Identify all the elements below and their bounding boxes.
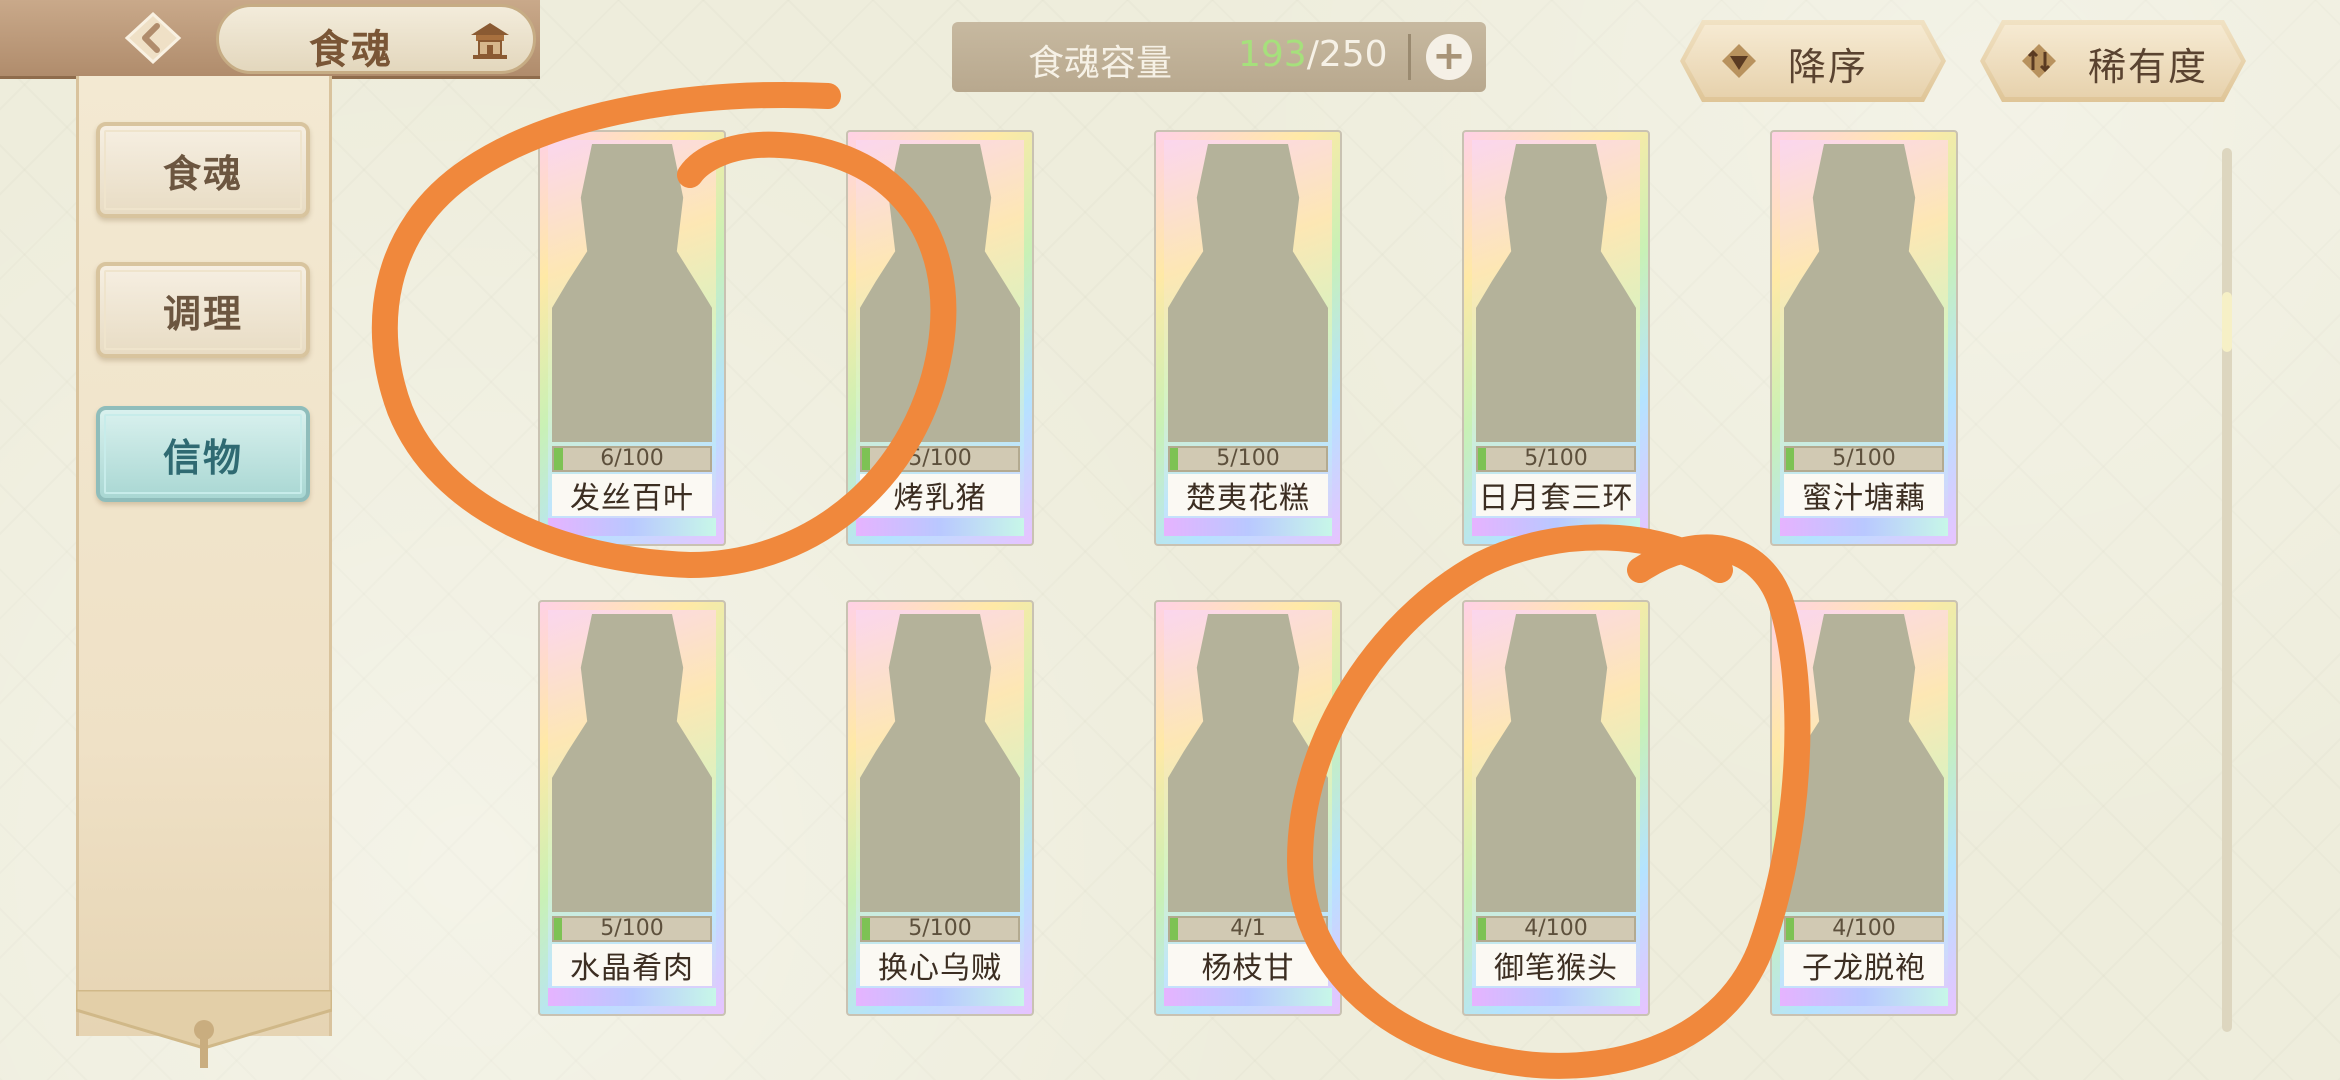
card-yangzhi-gan[interactable]: 4/1 杨枝甘 [1154, 600, 1342, 1016]
side-scroll-panel [76, 76, 332, 1036]
card-bottom-strip [1164, 518, 1332, 536]
progress-bar: 5/100 [860, 446, 1020, 472]
card-huanxin-wuzei[interactable]: 5/100 换心乌贼 [846, 600, 1034, 1016]
capacity-value: 193/250 [1238, 34, 1388, 75]
card-bottom-strip [856, 988, 1024, 1006]
progress-bar: 5/100 [1476, 446, 1636, 472]
card-shuijing-yaorou[interactable]: 5/100 水晶肴肉 [538, 600, 726, 1016]
scroll-tassel-ornament [76, 990, 332, 1068]
card-bottom-strip [1472, 988, 1640, 1006]
progress-text: 5/100 [1216, 446, 1280, 471]
sidebar-item-label: 食魂 [162, 151, 243, 196]
sort-rarity-button[interactable]: 稀有度 [1980, 20, 2246, 102]
card-fasi-baiye[interactable]: 6/100 发丝百叶 [538, 130, 726, 546]
capacity-divider [1408, 34, 1411, 80]
card-riyue-taosanhuan[interactable]: 5/100 日月套三环 [1462, 130, 1650, 546]
card-name: 杨枝甘 [1168, 944, 1328, 986]
add-capacity-button[interactable]: + [1426, 34, 1472, 80]
card-chuyi-huagao[interactable]: 5/100 楚夷花糕 [1154, 130, 1342, 546]
progress-bar: 5/100 [1784, 446, 1944, 472]
card-name: 楚夷花糕 [1168, 474, 1328, 516]
pavilion-icon[interactable] [467, 19, 513, 63]
card-name: 子龙脱袍 [1784, 944, 1944, 986]
progress-bar: 4/100 [1476, 916, 1636, 942]
back-button[interactable] [118, 8, 188, 68]
scrollbar-thumb[interactable] [2222, 292, 2232, 352]
descending-triangle-icon [1720, 42, 1758, 80]
sidebar-item-label: 信物 [162, 435, 243, 480]
progress-text: 5/100 [908, 916, 972, 941]
sort-order-button[interactable]: 降序 [1680, 20, 1946, 102]
progress-text: 5/100 [908, 446, 972, 471]
vertical-scrollbar[interactable] [2222, 148, 2232, 1032]
card-bottom-strip [548, 988, 716, 1006]
capacity-bar: 食魂容量 193/250 + [952, 22, 1486, 92]
sidebar-item-food-soul[interactable]: 食魂 [96, 122, 310, 218]
card-name: 日月套三环 [1476, 474, 1636, 516]
card-name: 换心乌贼 [860, 944, 1020, 986]
card-name: 烤乳猪 [860, 474, 1020, 516]
progress-text: 4/1 [1230, 916, 1266, 941]
progress-text: 4/100 [1524, 916, 1588, 941]
sidebar-item-token[interactable]: 信物 [96, 406, 310, 502]
card-kao-ruzhu[interactable]: 5/100 烤乳猪 [846, 130, 1034, 546]
sort-order-label: 降序 [1788, 45, 1869, 89]
card-name: 发丝百叶 [552, 474, 712, 516]
progress-bar: 5/100 [1168, 446, 1328, 472]
card-name: 蜜汁塘藕 [1784, 474, 1944, 516]
card-yubi-houtou[interactable]: 4/100 御笔猴头 [1462, 600, 1650, 1016]
progress-bar: 4/100 [1784, 916, 1944, 942]
progress-bar: 5/100 [552, 916, 712, 942]
sidebar-item-care[interactable]: 调理 [96, 262, 310, 358]
progress-text: 6/100 [600, 446, 664, 471]
capacity-max: /250 [1306, 34, 1388, 75]
card-bottom-strip [1780, 518, 1948, 536]
progress-text: 5/100 [1524, 446, 1588, 471]
sort-rarity-label: 稀有度 [2088, 45, 2209, 89]
progress-bar: 4/1 [1168, 916, 1328, 942]
card-bottom-strip [1164, 988, 1332, 1006]
sort-arrows-icon [2020, 42, 2058, 80]
progress-bar: 6/100 [552, 446, 712, 472]
progress-bar: 5/100 [860, 916, 1020, 942]
card-bottom-strip [1472, 518, 1640, 536]
card-bottom-strip [856, 518, 1024, 536]
title-tab: 食魂 [216, 4, 536, 74]
progress-text: 4/100 [1832, 916, 1896, 941]
card-bottom-strip [548, 518, 716, 536]
card-name: 水晶肴肉 [552, 944, 712, 986]
top-header-bar: 食魂 [0, 0, 540, 79]
capacity-current: 193 [1238, 34, 1307, 75]
progress-text: 5/100 [600, 916, 664, 941]
card-zilong-tuopao[interactable]: 4/100 子龙脱袍 [1770, 600, 1958, 1016]
card-mizhi-tangou[interactable]: 5/100 蜜汁塘藕 [1770, 130, 1958, 546]
capacity-label: 食魂容量 [1028, 43, 1173, 84]
sidebar-item-label: 调理 [162, 291, 243, 336]
card-bottom-strip [1780, 988, 1948, 1006]
page-title: 食魂 [309, 27, 393, 73]
progress-text: 5/100 [1832, 446, 1896, 471]
back-arrow-icon [124, 11, 182, 65]
card-name: 御笔猴头 [1476, 944, 1636, 986]
